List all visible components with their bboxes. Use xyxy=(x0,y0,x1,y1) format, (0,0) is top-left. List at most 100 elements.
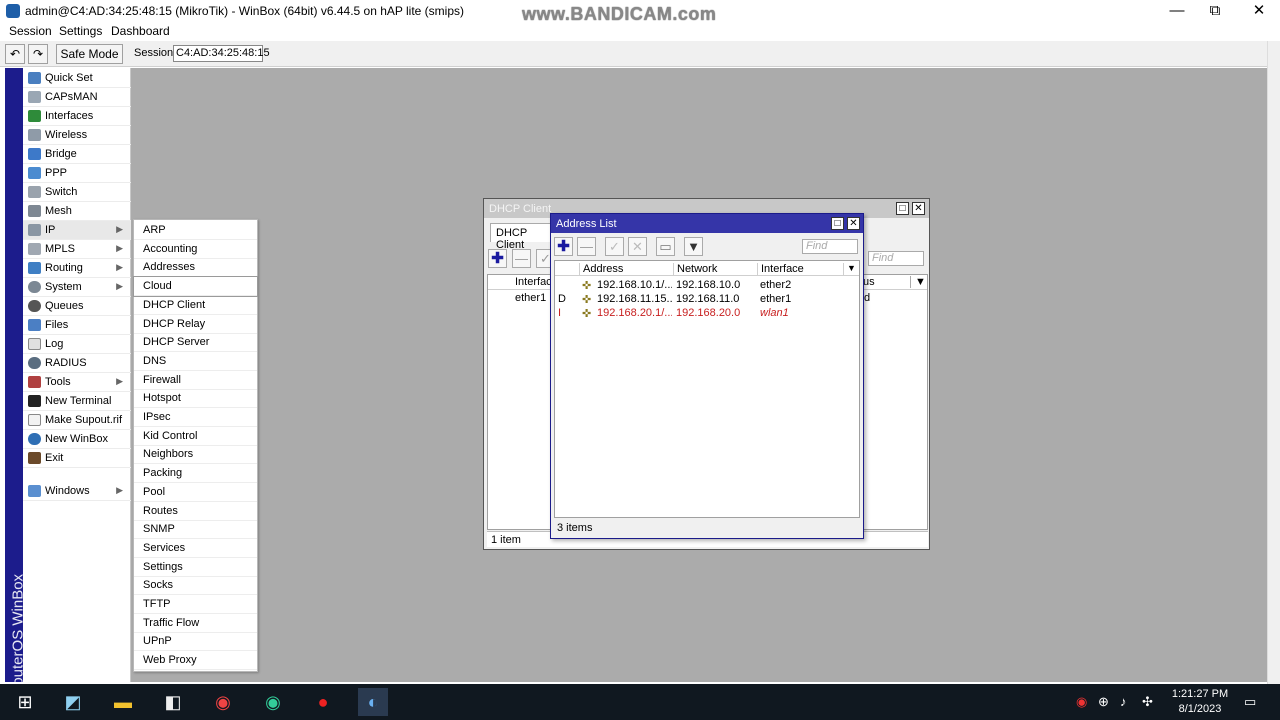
row-interface: ether1 xyxy=(515,292,547,304)
sidebar-item-quick-set[interactable]: Quick Set xyxy=(23,69,131,88)
sidebar-item-label: Quick Set xyxy=(45,72,93,84)
ip-menu-item[interactable]: Firewall xyxy=(134,371,257,390)
remove-address-icon[interactable]: — xyxy=(577,237,596,256)
vertical-scrollbar[interactable] xyxy=(1267,41,1280,684)
ip-menu-item[interactable]: Addresses xyxy=(134,258,257,278)
taskbar-clock[interactable]: 1:21:27 PM 8/1/2023 xyxy=(1170,687,1230,717)
ip-menu-item[interactable]: Packing xyxy=(134,464,257,484)
sidebar-item-log[interactable]: Log xyxy=(23,335,131,354)
start-windows-icon[interactable]: ⊞ xyxy=(10,688,40,716)
ip-menu-item[interactable]: Pool xyxy=(134,483,257,502)
bandicam-icon[interactable]: ● xyxy=(308,688,338,716)
dhcp-add-icon[interactable]: ✚ xyxy=(488,249,507,268)
sidebar-item-ip[interactable]: IP ▶ xyxy=(23,221,131,240)
winbox-taskbar-icon[interactable]: ◐ xyxy=(358,688,388,716)
chrome-profile-icon[interactable]: ◉ xyxy=(258,688,288,716)
sidebar-item-switch[interactable]: Switch xyxy=(23,183,131,202)
sidebar-item-windows[interactable]: Windows ▶ xyxy=(23,482,131,501)
dhcp-remove-icon[interactable]: — xyxy=(512,249,531,268)
ip-menu-item[interactable]: SNMP xyxy=(134,520,257,540)
sidebar-item-system[interactable]: System ▶ xyxy=(23,278,131,297)
ip-menu-item[interactable]: IPsec xyxy=(134,408,257,427)
address-list-titlebar[interactable]: Address List □ ✕ xyxy=(551,214,863,233)
address-maximize-icon[interactable]: □ xyxy=(831,217,844,230)
disable-address-icon[interactable]: ✕ xyxy=(628,237,647,256)
ip-menu-item[interactable]: Kid Control xyxy=(134,427,257,446)
menu-dashboard[interactable]: Dashboard xyxy=(111,24,170,38)
enable-address-icon[interactable]: ✓ xyxy=(605,237,624,256)
sidebar-item-queues[interactable]: Queues xyxy=(23,297,131,316)
chrome-icon[interactable]: ◉ xyxy=(208,688,238,716)
ip-menu-item[interactable]: DNS xyxy=(134,352,257,371)
ip-menu-item[interactable]: Accounting xyxy=(134,240,257,259)
address-find-input[interactable]: Find xyxy=(802,239,858,254)
ip-menu-item[interactable]: Web Proxy xyxy=(134,651,257,671)
menu-settings[interactable]: Settings xyxy=(59,24,102,38)
ip-menu-item[interactable]: Services xyxy=(134,539,257,558)
col-status[interactable]: us xyxy=(863,276,875,288)
column-menu-icon[interactable]: ▼ xyxy=(843,263,859,276)
file-explorer-icon[interactable]: ▬ xyxy=(108,688,138,716)
table-row[interactable]: D ✜ 192.168.11.15... 192.168.11.0 ether1 xyxy=(555,292,859,306)
col-network[interactable]: Network xyxy=(673,263,757,276)
filter-icon[interactable]: ▼ xyxy=(684,237,703,256)
sidebar-item-new-terminal[interactable]: New Terminal xyxy=(23,392,131,411)
sidebar-item-exit[interactable]: Exit xyxy=(23,449,131,468)
ip-menu-item[interactable]: UPnP xyxy=(134,632,257,652)
sidebar-item-make-supout[interactable]: Make Supout.rif xyxy=(23,411,131,430)
network-globe-icon[interactable]: ⊕ xyxy=(1098,694,1109,710)
sidebar-item-files[interactable]: Files xyxy=(23,316,131,335)
sidebar-item-interfaces[interactable]: Interfaces xyxy=(23,107,131,126)
sidebar-item-wireless[interactable]: Wireless xyxy=(23,126,131,145)
ip-menu-item[interactable]: ARP xyxy=(134,221,257,240)
dhcp-maximize-icon[interactable]: □ xyxy=(896,202,909,215)
ip-menu-item[interactable]: Traffic Flow xyxy=(134,614,257,633)
column-menu-icon[interactable]: ▼ xyxy=(910,276,926,288)
sidebar-item-mpls[interactable]: MPLS ▶ xyxy=(23,240,131,259)
add-address-icon[interactable]: ✚ xyxy=(554,237,573,256)
redo-icon[interactable]: ↷ xyxy=(28,44,48,64)
sidebar-item-tools[interactable]: Tools ▶ xyxy=(23,373,131,392)
menu-session[interactable]: Session xyxy=(9,24,52,38)
ip-menu-item[interactable]: Cloud xyxy=(133,276,258,298)
col-interface[interactable]: Interface xyxy=(757,263,843,276)
sidebar-item-new-winbox[interactable]: New WinBox xyxy=(23,430,131,449)
sidebar-item-capsman[interactable]: CAPsMAN xyxy=(23,88,131,107)
table-row[interactable]: ✜ 192.168.10.1/... 192.168.10.0 ether2 xyxy=(555,278,859,292)
address-close-icon[interactable]: ✕ xyxy=(847,217,860,230)
col-address[interactable]: Address xyxy=(579,263,673,276)
col-interface[interactable]: Interfac xyxy=(515,276,552,288)
sidebar-item-routing[interactable]: Routing ▶ xyxy=(23,259,131,278)
undo-icon[interactable]: ↶ xyxy=(5,44,25,64)
comment-icon[interactable]: ▭ xyxy=(656,237,675,256)
ip-menu-item[interactable]: DHCP Client xyxy=(134,296,257,315)
task-view-icon[interactable]: ◩ xyxy=(58,688,88,716)
ip-menu-item[interactable]: Hotspot xyxy=(134,389,257,409)
session-field[interactable]: C4:AD:34:25:48:15 xyxy=(173,45,270,62)
minimize-button[interactable]: — xyxy=(1166,2,1188,20)
ip-menu-item[interactable]: Settings xyxy=(134,558,257,577)
record-indicator-icon[interactable]: ◉ xyxy=(1076,694,1087,710)
ip-menu-item[interactable]: TFTP xyxy=(134,595,257,614)
ip-menu-item[interactable]: DHCP Server xyxy=(134,333,257,353)
store-icon[interactable]: ◧ xyxy=(158,688,188,716)
notifications-icon[interactable]: ▭ xyxy=(1244,694,1256,710)
sidebar-item-radius[interactable]: RADIUS xyxy=(23,354,131,373)
table-row[interactable]: I ✜ 192.168.20.1/... 192.168.20.0 wlan1 xyxy=(555,306,859,320)
sidebar-item-bridge[interactable]: Bridge xyxy=(23,145,131,164)
dhcp-close-icon[interactable]: ✕ xyxy=(912,202,925,215)
maximize-button[interactable]: ⧉ xyxy=(1204,2,1226,20)
tray-app-icon[interactable]: ✣ xyxy=(1142,694,1153,710)
volume-muted-icon[interactable]: ♪ xyxy=(1120,694,1127,709)
ip-menu-item[interactable]: Neighbors xyxy=(134,445,257,465)
sidebar-item-ppp[interactable]: PPP xyxy=(23,164,131,183)
toolbar: ↶ ↷ Safe Mode Session: C4:AD:34:25:48:15 xyxy=(0,41,1280,100)
dhcp-find-input[interactable]: Find xyxy=(868,251,924,266)
sidebar-item-mesh[interactable]: Mesh xyxy=(23,202,131,221)
close-button[interactable]: ✕ xyxy=(1248,2,1270,20)
safe-mode-button[interactable]: Safe Mode xyxy=(56,44,123,64)
ip-menu-item[interactable]: Socks xyxy=(134,576,257,596)
ip-menu-item[interactable]: DHCP Relay xyxy=(134,315,257,334)
tab-dhcp-client[interactable]: DHCP Client xyxy=(490,223,552,251)
ip-menu-item[interactable]: Routes xyxy=(134,502,257,521)
